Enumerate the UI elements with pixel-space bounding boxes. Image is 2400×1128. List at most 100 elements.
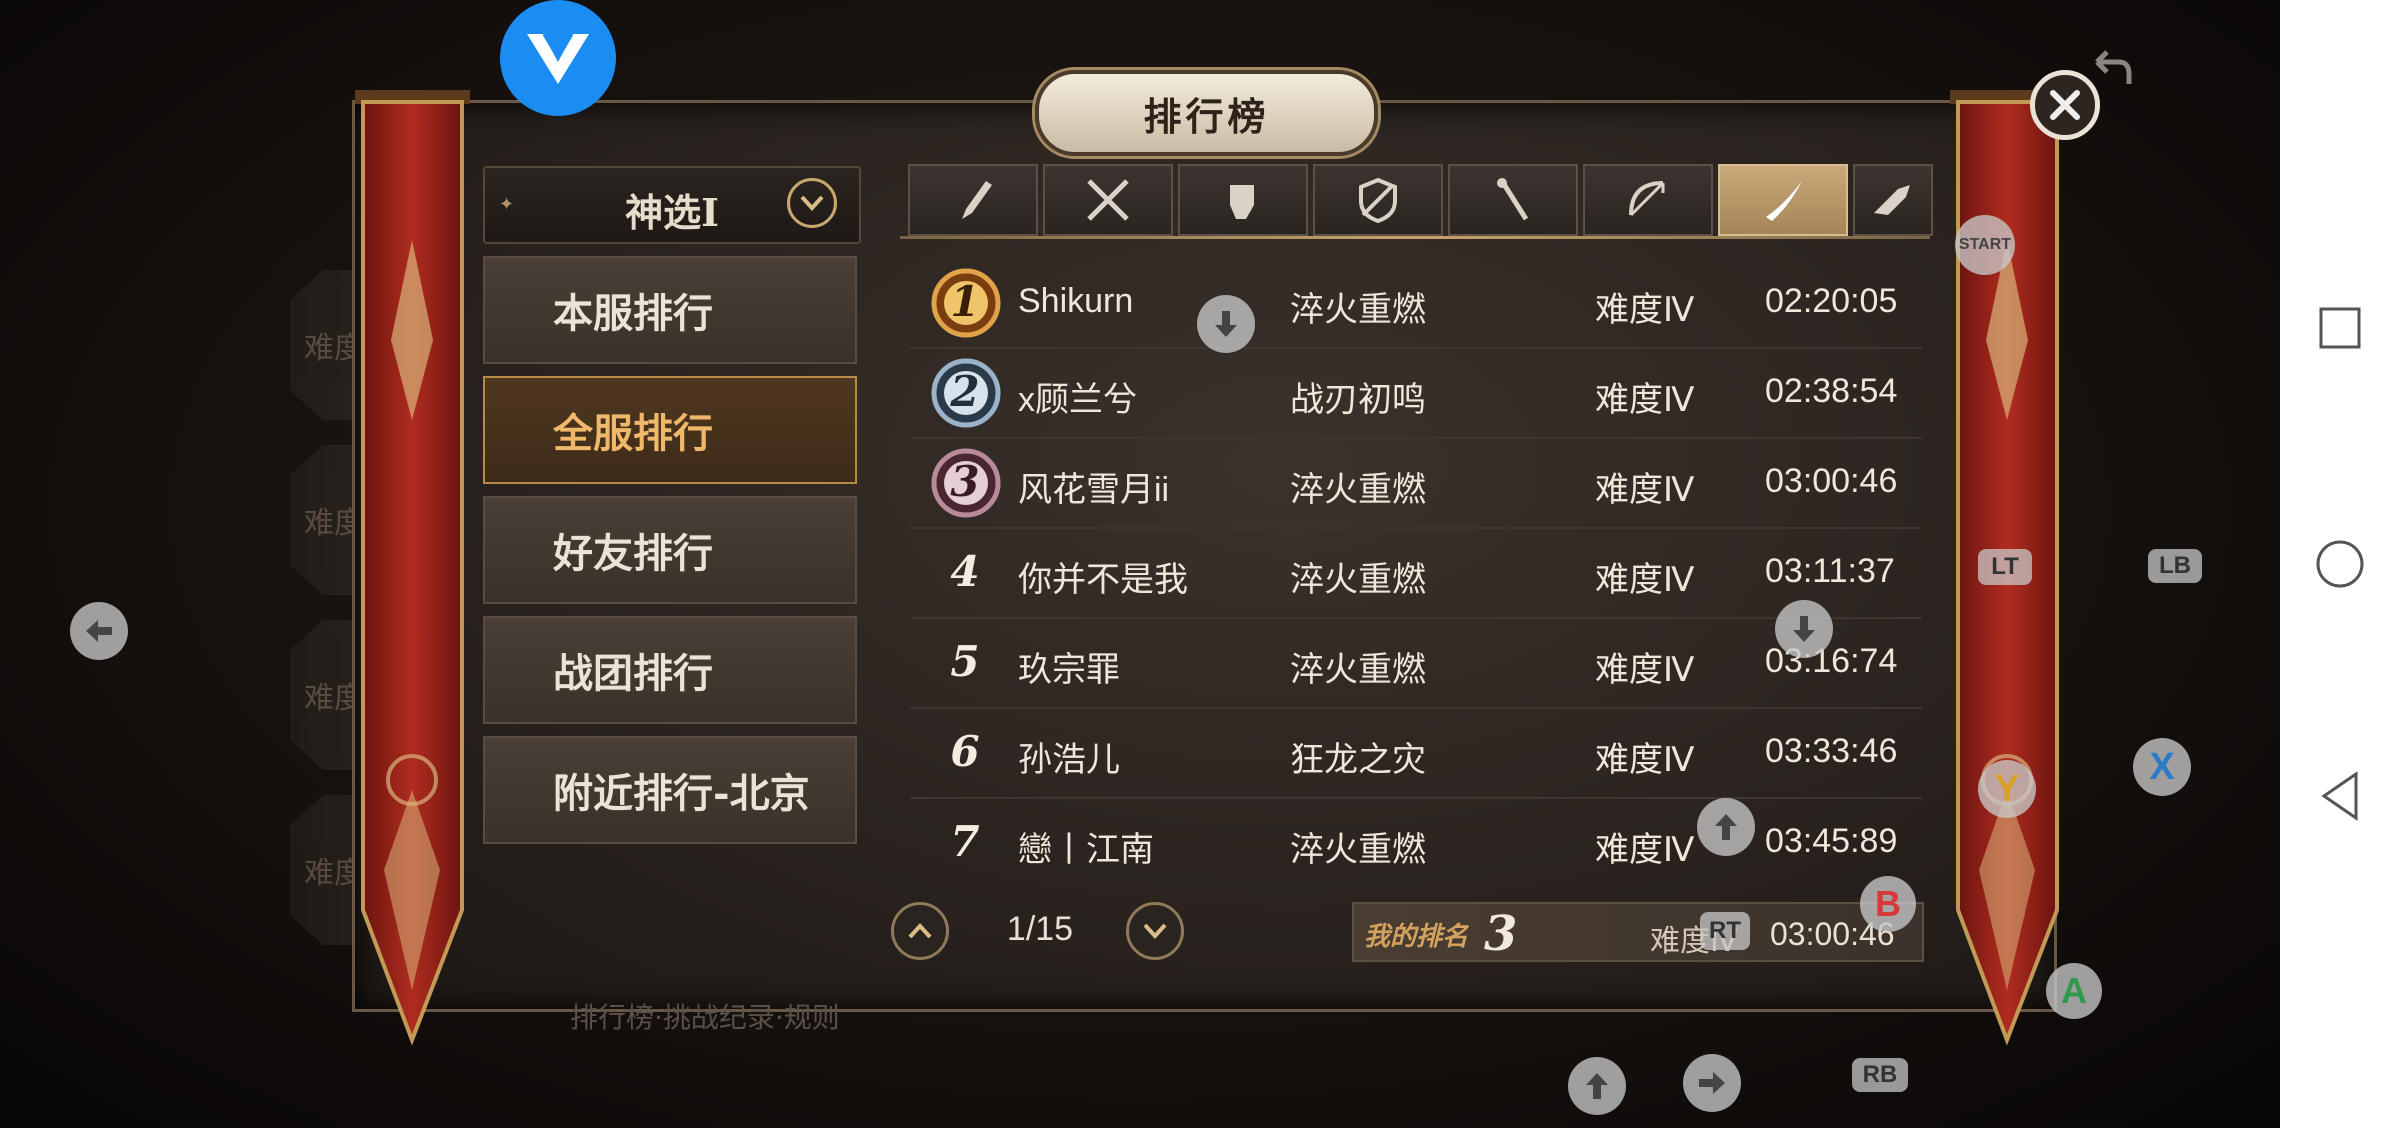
player-title: 淬火重燃 [1290,290,1426,330]
clear-time: 03:00:46 [1765,462,1898,500]
rank-number: 2 [950,367,980,416]
difficulty: 难度Ⅳ [1595,290,1695,330]
table-row[interactable]: 1 Shikurn 淬火重燃 难度Ⅳ 02:20:05 [910,259,1922,349]
dpad-left-button[interactable] [70,602,128,660]
menu-nearby-rank[interactable]: 附近排行-北京 [483,736,857,844]
arrow-up-icon [1715,814,1737,840]
lb-button[interactable]: LB [2148,549,2202,583]
tab-staff[interactable] [1448,164,1578,236]
sword-icon [962,181,992,219]
rb-button[interactable]: RB [1852,1058,1908,1092]
difficulty: 难度Ⅳ [1595,560,1695,600]
page-title: 排行榜 [1143,93,1270,139]
lb-label: LB [2159,552,2191,579]
rank-number: 6 [950,727,980,776]
season-selector[interactable]: ✦ 神选I [483,166,861,244]
player-name: 风花雪月ii [1018,471,1170,509]
menu-guild-rank[interactable]: 战团排行 [483,616,857,724]
player-name: 戀丨江南 [1018,831,1154,869]
bow-icon [1629,181,1665,217]
menu-friend-rank[interactable]: 好友排行 [483,496,857,604]
menu-label: 好友排行 [553,530,713,577]
table-row[interactable]: 4 你并不是我 淬火重燃 难度Ⅳ 03:11:37 [910,529,1922,619]
page-indicator: 1/15 [1006,910,1074,948]
my-rank-label: 我的排名 [1364,922,1469,952]
shield-icon [1359,177,1397,224]
home-button[interactable] [2280,524,2400,604]
rt-button[interactable]: RT [1700,912,1750,950]
logo-icon [527,32,589,84]
page-prev-button[interactable] [891,902,949,960]
table-row[interactable]: 5 玖宗罪 淬火重燃 难度Ⅳ 03:16:74 [910,619,1922,709]
difficulty: 难度Ⅳ [1595,650,1695,690]
lt-label: LT [1991,553,2019,580]
clear-time: 02:38:54 [1765,372,1898,410]
left-banner [355,90,470,1046]
app-logo[interactable] [500,0,616,116]
x-label: X [2149,745,2175,788]
player-name: x顾兰兮 [1018,381,1137,419]
circle-icon [2316,540,2364,588]
a-button[interactable]: A [2046,963,2102,1019]
start-label: START [1958,236,2012,253]
page-next-button[interactable] [1126,902,1184,960]
rb-label: RB [1862,1061,1898,1088]
table-row[interactable]: 2 x顾兰兮 战刃初鸣 难度Ⅳ 02:38:54 [910,349,1922,439]
player-title: 淬火重燃 [1290,650,1426,690]
lt-button[interactable]: LT [1978,549,2032,585]
difficulty: 难度Ⅳ [1595,380,1695,420]
dpad-right-button[interactable] [1683,1054,1741,1112]
tab-gun[interactable] [1853,164,1933,236]
arrow-left-icon [86,620,112,642]
back-button[interactable] [2280,756,2400,836]
player-title: 淬火重燃 [1290,560,1426,600]
undo-icon[interactable] [2085,42,2135,92]
player-title: 战刃初鸣 [1290,380,1426,420]
my-rank-bar: 我的排名 3 难度Ⅳ 03:00:46 [1352,902,1924,962]
menu-global-rank[interactable]: 全服排行 [483,376,857,484]
tab-gauntlet[interactable] [1178,164,1308,236]
arrow-up-icon [1586,1073,1608,1099]
difficulty: 难度Ⅳ [1595,830,1695,870]
arrow-down-icon [1215,311,1237,337]
a-label: A [2061,970,2087,1011]
start-button[interactable]: START [1955,215,2015,275]
rt-label: RT [1709,917,1741,944]
table-row[interactable]: 3 风花雪月ii 淬火重燃 难度Ⅳ 03:00:46 [910,439,1922,529]
clear-time: 02:20:05 [1765,282,1898,320]
tab-curved-blade[interactable] [1718,164,1848,236]
background-caption: 排行榜·挑战纪录·规则 [570,1001,840,1034]
player-title: 狂龙之灾 [1290,740,1426,780]
table-row[interactable]: 6 孙浩儿 狂龙之灾 难度Ⅳ 03:33:46 [910,709,1922,799]
dpad-up-button[interactable] [1568,1057,1626,1115]
menu-label: 本服排行 [553,290,713,337]
tab-shield[interactable] [1313,164,1443,236]
rank-number: 7 [950,817,980,866]
recents-button[interactable] [2280,288,2400,368]
table-row[interactable]: 7 戀丨江南 淬火重燃 难度Ⅳ 03:45:89 [910,799,1922,887]
right-stick-up-button[interactable] [1697,798,1755,856]
rank-number: 4 [950,547,980,596]
tab-sword[interactable] [908,164,1038,236]
gun-icon [1874,185,1910,215]
right-stick-down-button[interactable] [1775,600,1833,658]
tab-bow[interactable] [1583,164,1713,236]
my-rank-number: 3 [1484,906,1518,962]
b-button[interactable]: B [1860,876,1916,932]
x-button[interactable]: X [2133,738,2191,796]
chevron-down-icon[interactable] [787,178,837,228]
tab-dual-blades[interactable] [1043,164,1173,236]
difficulty: 难度Ⅳ [1595,470,1695,510]
player-name: 你并不是我 [1018,561,1188,599]
y-button[interactable]: Y [1978,760,2036,818]
clear-time: 03:11:37 [1765,552,1895,590]
rank-number: 1 [950,277,980,326]
dpad-down-button[interactable] [1197,295,1255,353]
menu-server-rank[interactable]: 本服排行 [483,256,857,364]
crossed-blades-icon [1087,179,1129,221]
player-title: 淬火重燃 [1290,830,1426,870]
chevron-up-icon [908,923,932,939]
triangle-back-icon [2321,771,2358,821]
arrow-down-icon [1793,616,1815,642]
gauntlet-icon [1230,185,1254,219]
